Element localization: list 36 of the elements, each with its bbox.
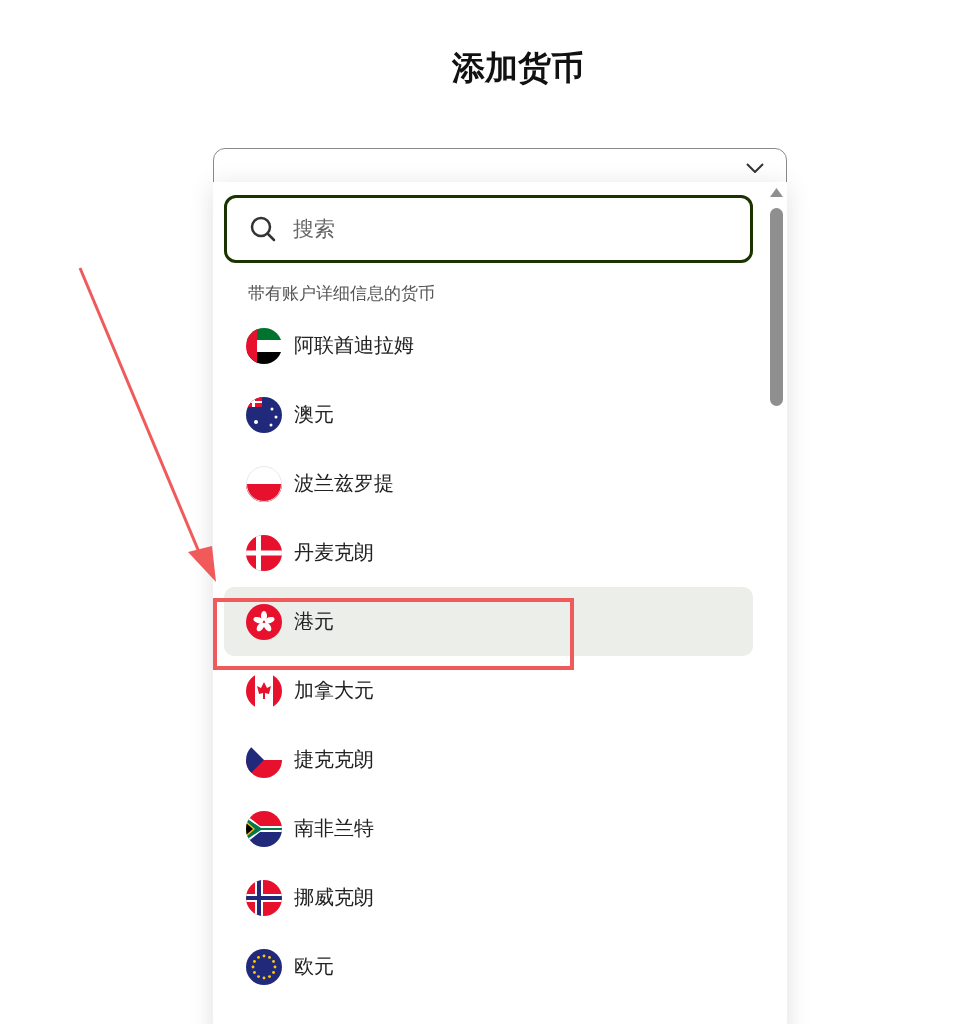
flag-icon (246, 948, 282, 985)
currency-name: 波兰兹罗提 (294, 470, 394, 497)
currency-option[interactable]: 波兰兹罗提 (224, 449, 753, 518)
currency-name: 欧元 (294, 953, 334, 980)
search-icon (249, 215, 277, 243)
currency-name: 挪威克朗 (294, 884, 374, 911)
scrollbar-thumb[interactable] (770, 208, 783, 406)
currency-name: 丹麦克朗 (294, 539, 374, 566)
search-input[interactable]: 搜索 (291, 216, 730, 242)
currency-option[interactable]: 欧元 (224, 932, 753, 1001)
currency-name: 南非兰特 (294, 815, 374, 842)
flag-icon (246, 534, 282, 571)
flag-icon (246, 879, 282, 916)
currency-option[interactable]: 南非兰特 (224, 794, 753, 863)
search-field[interactable]: 搜索 (224, 195, 753, 263)
currency-option[interactable]: 捷克克朗 (224, 725, 753, 794)
flag-icon (246, 327, 282, 364)
currency-option[interactable]: 加拿大元 (224, 656, 753, 725)
page-title: 添加货币 (452, 47, 584, 89)
currency-name: 捷克克朗 (294, 746, 374, 773)
scroll-up-icon (770, 188, 783, 197)
flag-icon (246, 465, 282, 502)
flag-icon (246, 810, 282, 847)
flag-icon (246, 396, 282, 433)
currency-option[interactable]: 丹麦克朗 (224, 518, 753, 587)
currency-name: 阿联酋迪拉姆 (294, 332, 414, 359)
currency-option[interactable]: 澳元 (224, 380, 753, 449)
currency-name: 港元 (294, 608, 334, 635)
currency-name: 加拿大元 (294, 677, 374, 704)
currency-name: 澳元 (294, 401, 334, 428)
flag-icon (246, 603, 282, 640)
currency-option[interactable]: 挪威克朗 (224, 863, 753, 932)
currency-option[interactable]: 港元 (224, 587, 753, 656)
section-heading: 带有账户详细信息的货币 (248, 282, 436, 305)
chevron-icon (746, 163, 764, 173)
currency-option[interactable]: 阿联酋迪拉姆 (224, 311, 753, 380)
